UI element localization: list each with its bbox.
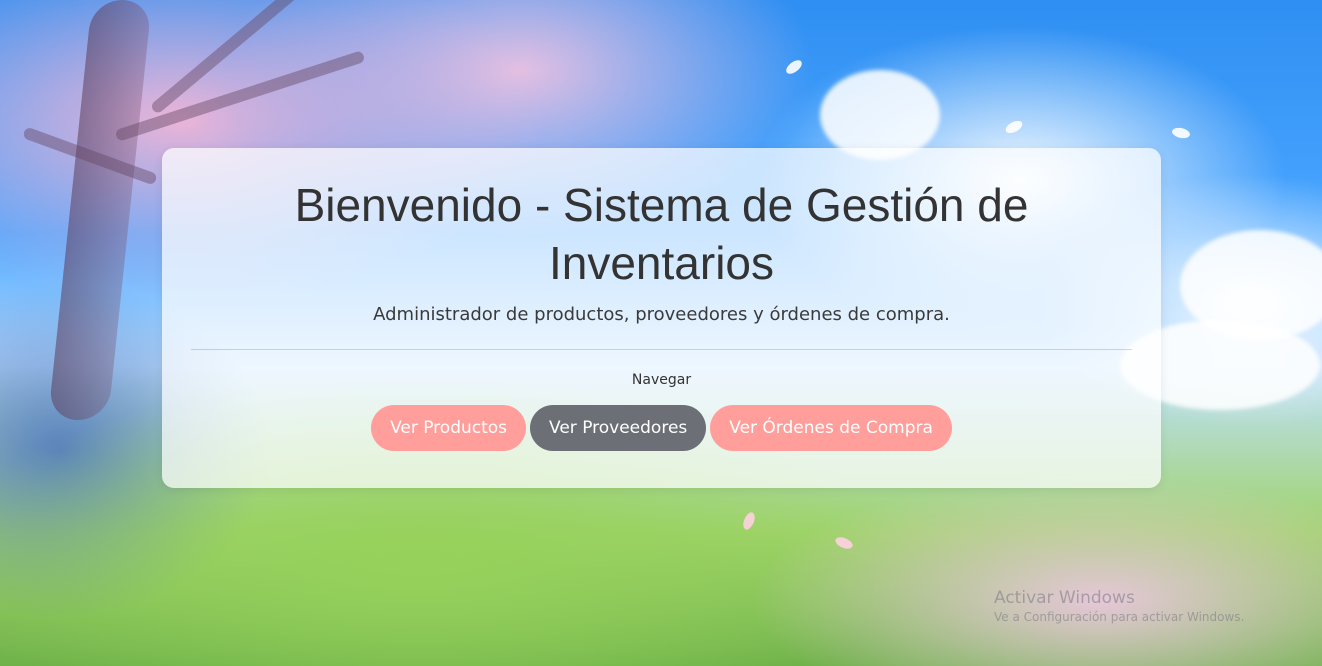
petal-decoration	[740, 510, 758, 532]
cloud-decoration	[820, 70, 940, 160]
welcome-card: Bienvenido - Sistema de Gestión de Inven…	[162, 148, 1161, 488]
view-purchase-orders-button[interactable]: Ver Órdenes de Compra	[710, 405, 952, 451]
page-background: Bienvenido - Sistema de Gestión de Inven…	[0, 0, 1322, 666]
view-suppliers-button[interactable]: Ver Proveedores	[530, 405, 707, 451]
petal-decoration	[1003, 119, 1025, 135]
windows-activation-watermark: Activar Windows Ve a Configuración para …	[994, 588, 1244, 624]
tree-branch-decoration	[114, 50, 366, 142]
page-subtitle: Administrador de productos, proveedores …	[373, 304, 950, 325]
watermark-subtitle: Ve a Configuración para activar Windows.	[994, 610, 1245, 624]
tree-trunk-decoration	[47, 0, 153, 420]
view-products-button[interactable]: Ver Productos	[371, 405, 527, 451]
divider	[191, 349, 1132, 350]
petal-decoration	[783, 58, 805, 76]
petal-decoration	[833, 534, 855, 552]
petal-decoration	[1170, 125, 1192, 141]
nav-label: Navegar	[631, 372, 692, 388]
page-title: Bienvenido - Sistema de Gestión de Inven…	[294, 179, 1029, 289]
watermark-title: Activar Windows	[994, 588, 1135, 608]
nav-button-group: Ver Productos Ver Proveedores Ver Órdene…	[162, 405, 1161, 451]
